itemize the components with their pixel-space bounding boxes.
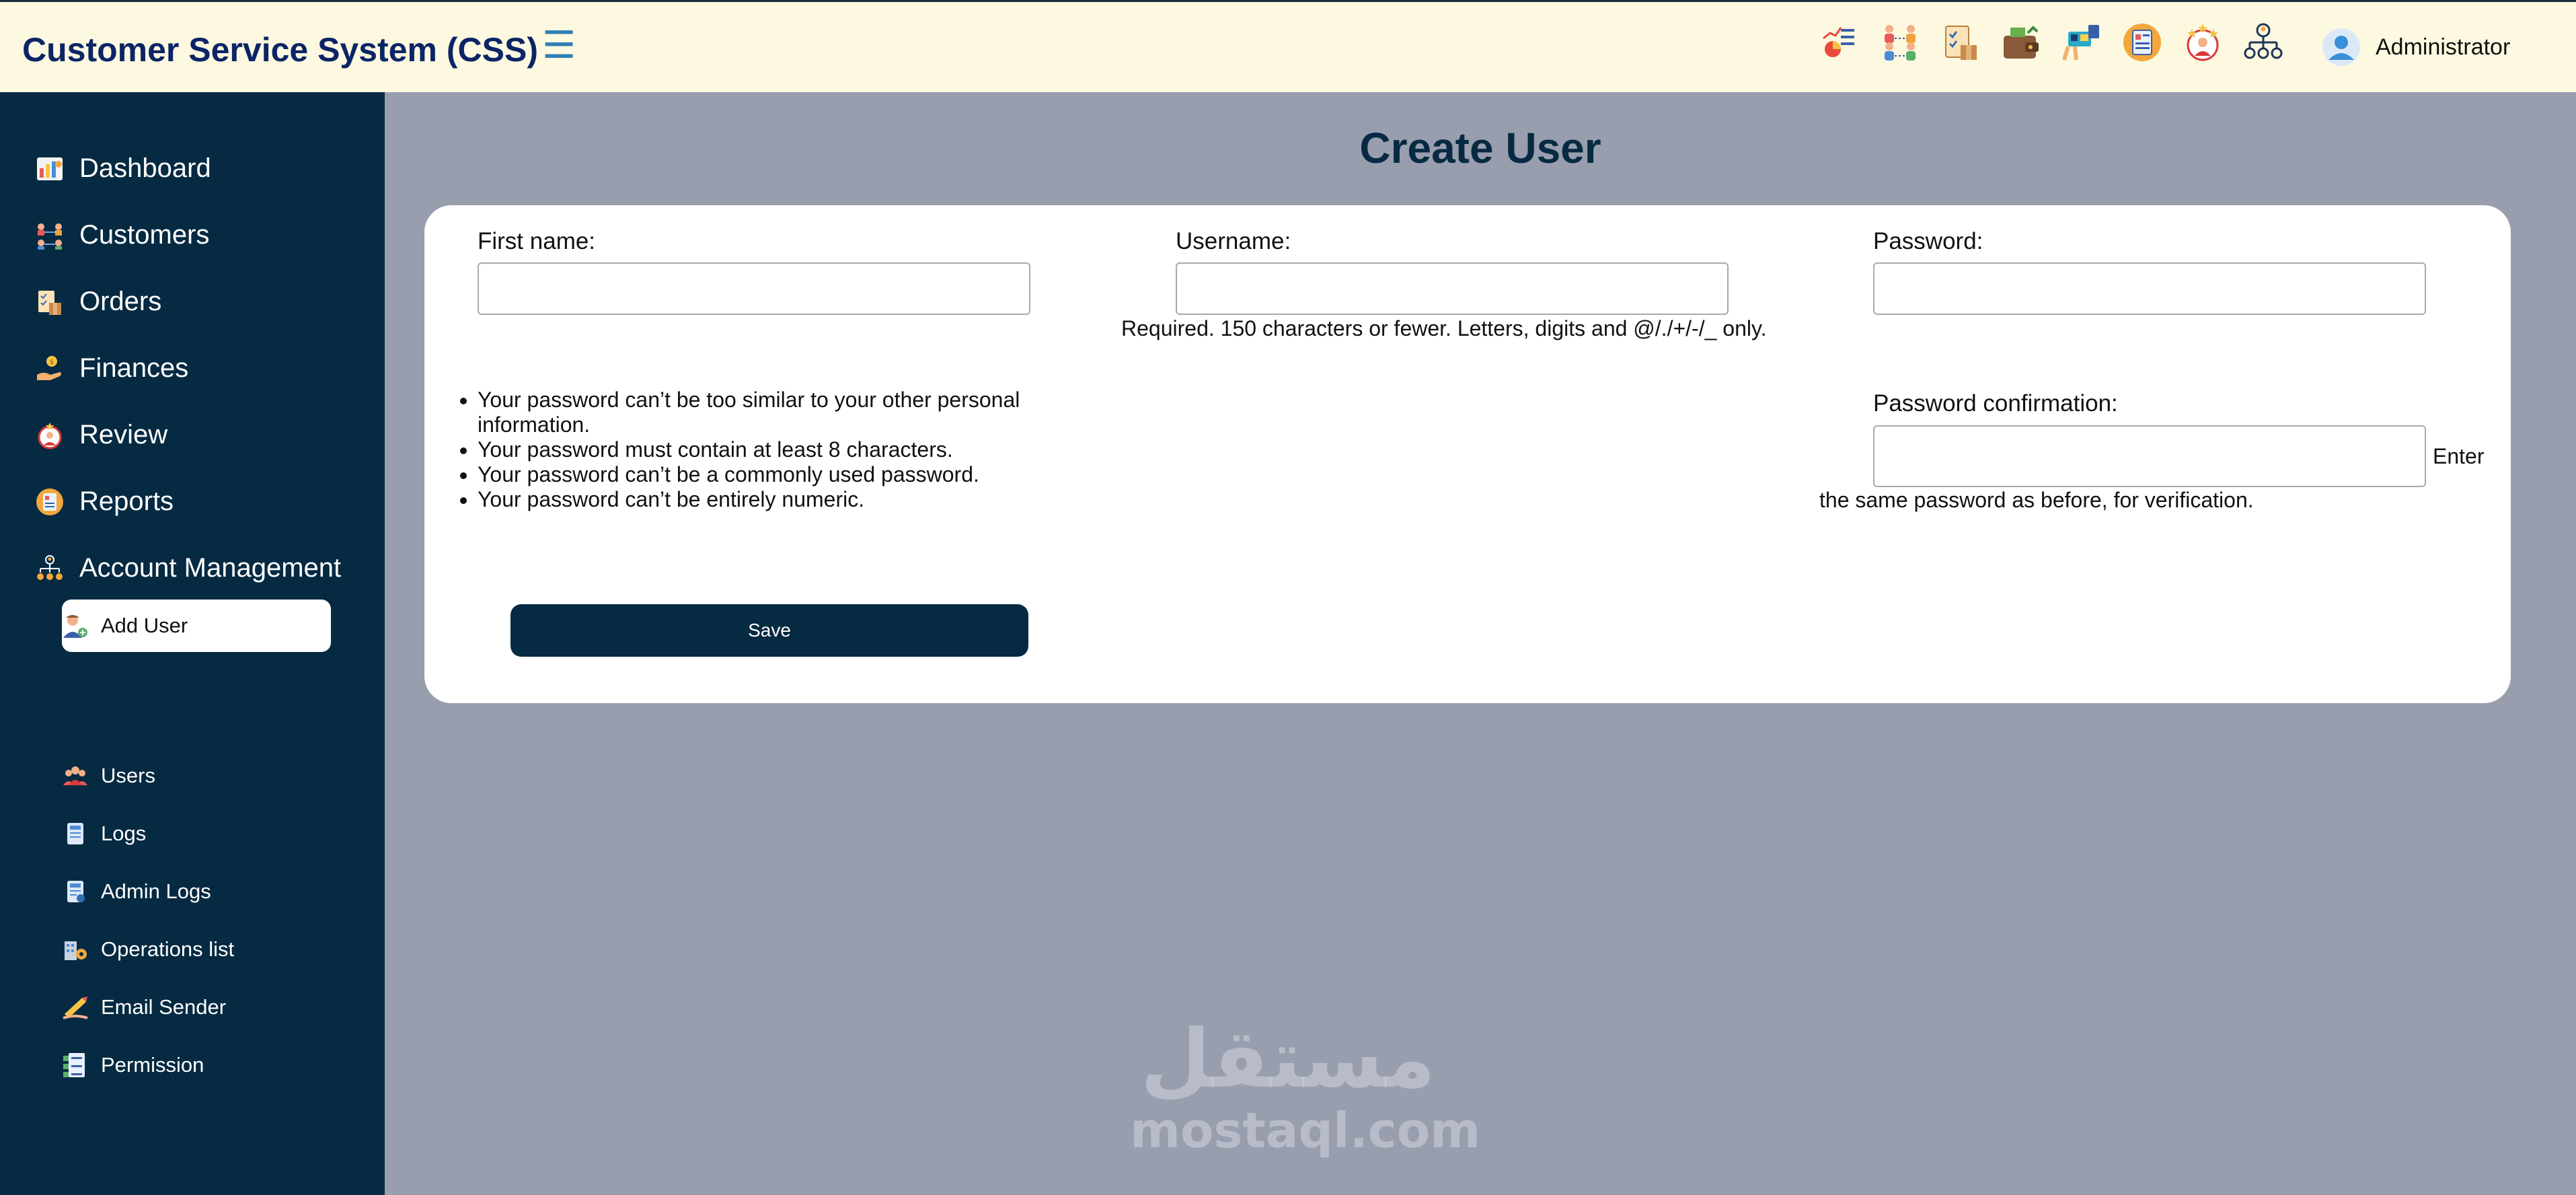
review-shortcut-icon[interactable]: [2183, 21, 2223, 64]
password-confirmation-label: Password confirmation:: [1873, 390, 2118, 417]
first-name-input[interactable]: [478, 262, 1030, 315]
username-help-text: Required. 150 characters or fewer. Lette…: [1121, 316, 1767, 340]
app-title: Customer Service System (CSS): [22, 31, 538, 69]
sidebar-item-label: Account Management: [79, 553, 342, 583]
users-icon: [62, 762, 89, 789]
password-confirmation-input[interactable]: [1873, 425, 2426, 487]
sidebar-subitem-label: Logs: [101, 822, 147, 845]
sidebar-subitem-label: Permission: [101, 1053, 204, 1077]
shop-shortcut-icon[interactable]: [2061, 21, 2102, 64]
sidebar-subitem-logs[interactable]: Logs: [62, 807, 331, 860]
password-rule: Your password must contain at least 8 ch…: [478, 437, 1049, 462]
save-button[interactable]: Save: [510, 604, 1028, 657]
sidebar-subitem-add-user[interactable]: Add User: [62, 600, 331, 652]
admin-logs-icon: [62, 878, 89, 905]
finances-shortcut-icon[interactable]: [2001, 21, 2041, 64]
watermark-logo: مستقل: [1140, 1013, 1436, 1106]
top-shortcut-icons: [1819, 21, 2283, 64]
add-user-icon: [62, 612, 89, 639]
sidebar-item-review[interactable]: Review: [35, 420, 167, 450]
svg-text:$: $: [50, 359, 54, 366]
customers-shortcut-icon[interactable]: [1880, 21, 1920, 64]
sidebar-item-finances[interactable]: $ Finances: [35, 353, 188, 384]
sidebar-item-account-management[interactable]: Account Management: [35, 553, 341, 583]
sidebar-subitem-label: Email Sender: [101, 995, 227, 1019]
sidebar-subitem-users[interactable]: Users: [62, 750, 331, 802]
watermark: مستقل mostaql.com: [1130, 1013, 1481, 1159]
reports-icon: [35, 487, 65, 517]
sidebar-subitem-permission[interactable]: Permission: [62, 1039, 331, 1091]
sidebar-item-label: Review: [79, 420, 168, 449]
password-rule: Your password can’t be a commonly used p…: [478, 462, 1049, 487]
sidebar-subitem-admin-logs[interactable]: Admin Logs: [62, 865, 331, 918]
logs-icon: [62, 820, 89, 847]
user-menu[interactable]: Administrator: [2322, 28, 2510, 67]
menu-toggle-icon[interactable]: ☰: [542, 26, 576, 64]
avatar: [2322, 28, 2360, 66]
dashboard-shortcut-icon[interactable]: [1819, 21, 1860, 64]
sidebar-item-label: Reports: [79, 486, 174, 516]
username-input[interactable]: [1176, 262, 1729, 315]
dashboard-icon: [35, 154, 65, 184]
sidebar: Dashboard Customers Orders $ Finances Re…: [0, 92, 385, 1195]
email-sender-icon: [62, 994, 89, 1021]
sidebar-subitem-label: Operations list: [101, 937, 235, 961]
password-label: Password:: [1873, 228, 1983, 254]
sidebar-item-label: Dashboard: [79, 153, 211, 183]
password-rule: Your password can’t be entirely numeric.: [478, 487, 1049, 512]
finances-icon: $: [35, 354, 65, 384]
page-title: Create User: [1359, 124, 1601, 172]
review-icon: [35, 421, 65, 450]
account-management-shortcut-icon[interactable]: [2243, 21, 2283, 64]
user-name: Administrator: [2376, 34, 2511, 60]
operations-list-icon: [62, 936, 89, 963]
sidebar-subitem-email-sender[interactable]: Email Sender: [62, 981, 331, 1034]
sidebar-item-reports[interactable]: Reports: [35, 486, 174, 517]
sidebar-subitem-label: Admin Logs: [101, 879, 211, 903]
password-rules-list: Your password can’t be too similar to yo…: [457, 388, 1049, 512]
sidebar-item-dashboard[interactable]: Dashboard: [35, 153, 211, 184]
sidebar-subitem-label: Add User: [101, 614, 188, 637]
password-confirmation-help-start: Enter: [2433, 444, 2485, 468]
orders-shortcut-icon[interactable]: [1940, 21, 1981, 64]
watermark-site: mostaql.com: [1130, 1102, 1481, 1159]
first-name-label: First name:: [478, 228, 596, 254]
sidebar-item-label: Finances: [79, 353, 189, 383]
orders-icon: [35, 287, 65, 317]
password-input[interactable]: [1873, 262, 2426, 315]
reports-shortcut-icon[interactable]: [2122, 21, 2162, 64]
username-label: Username:: [1176, 228, 1291, 254]
password-rule: Your password can’t be too similar to yo…: [478, 388, 1049, 437]
permission-icon: [62, 1052, 89, 1079]
sidebar-subitem-label: Users: [101, 764, 155, 787]
top-bar: Customer Service System (CSS) ☰ Administ…: [0, 0, 2576, 92]
sidebar-item-label: Customers: [79, 220, 210, 250]
account-management-icon: [35, 554, 65, 583]
sidebar-subitem-operations-list[interactable]: Operations list: [62, 923, 331, 976]
password-confirmation-help-end: the same password as before, for verific…: [1819, 488, 2254, 512]
customers-icon: [35, 221, 65, 250]
sidebar-item-customers[interactable]: Customers: [35, 220, 209, 250]
sidebar-item-label: Orders: [79, 287, 162, 316]
sidebar-item-orders[interactable]: Orders: [35, 287, 161, 317]
